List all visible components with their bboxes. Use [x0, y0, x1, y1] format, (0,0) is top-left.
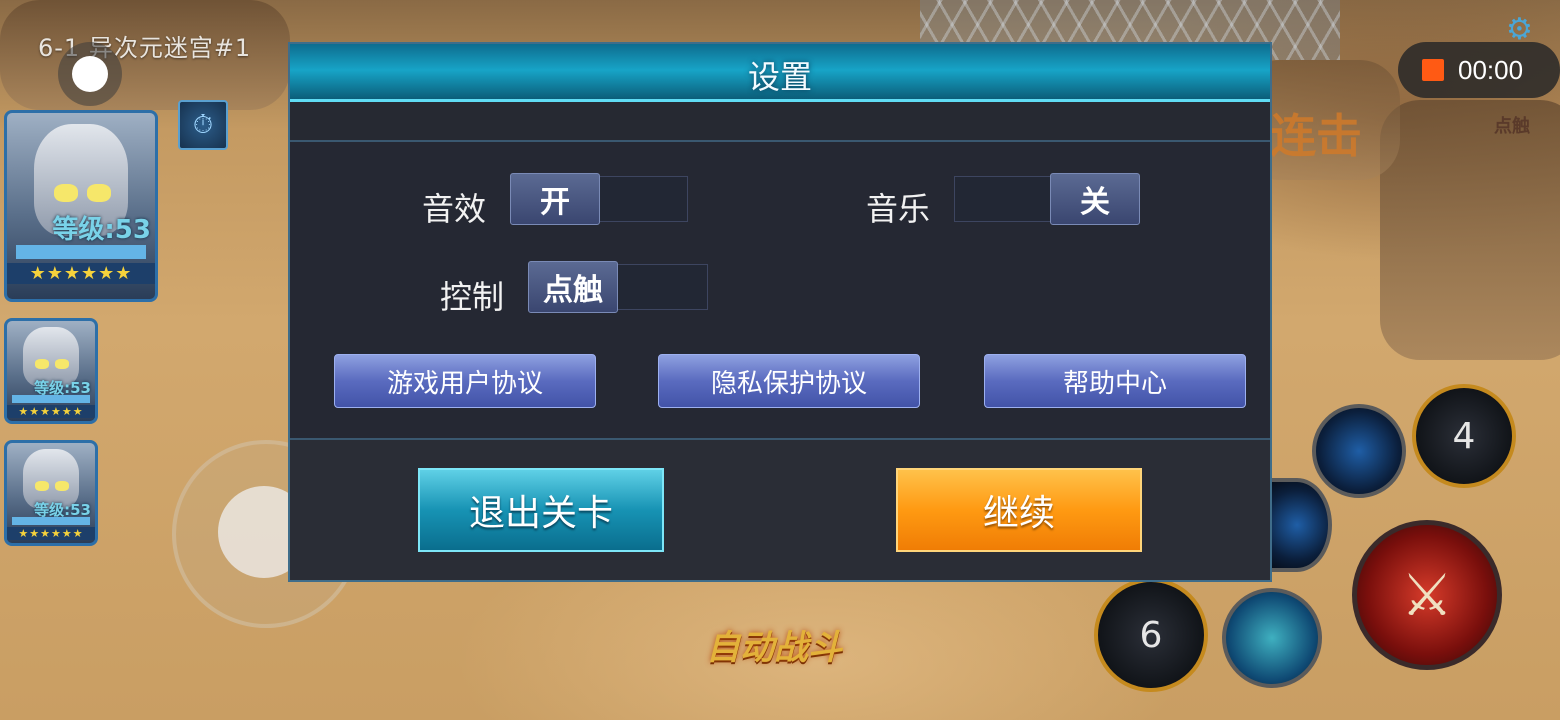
stop-square-icon[interactable]: [1422, 59, 1444, 81]
user-agreement-button[interactable]: 游戏用户协议: [334, 354, 596, 408]
hero-eye: [35, 481, 50, 491]
skill-button-5[interactable]: [1222, 588, 1322, 688]
hero-eye: [54, 481, 69, 491]
hero-eye: [54, 183, 79, 203]
hero-eye: [86, 183, 111, 203]
dialog-strip: [290, 102, 1270, 142]
auto-battle-button[interactable]: 自动战斗: [706, 620, 842, 669]
combo-text: 连击: [1270, 109, 1362, 163]
help-center-button[interactable]: 帮助中心: [984, 354, 1246, 408]
dialog-body: 音效 开 音乐 关 控制 点触 游戏用户协议 隐私保护协议 帮助中心: [290, 142, 1270, 440]
exit-level-button[interactable]: 退出关卡: [418, 468, 664, 552]
control-label: 控制: [440, 278, 505, 316]
party-member-2[interactable]: 等级:53 ★★★★★★: [4, 318, 98, 424]
sound-toggle[interactable]: 开: [510, 173, 688, 225]
record-time: 00:00: [1458, 54, 1524, 85]
hero-hp-bar: [15, 245, 147, 259]
music-toggle[interactable]: 关: [954, 173, 1140, 225]
hero-hp-bar: [12, 395, 90, 403]
sound-toggle-knob[interactable]: 开: [510, 173, 600, 225]
skill-button-4[interactable]: 6: [1094, 578, 1208, 692]
hero-stars: ★★★★★★: [7, 527, 95, 540]
assistive-touch-dot[interactable]: [58, 42, 122, 106]
music-label: 音乐: [866, 190, 931, 228]
attack-button[interactable]: ⚔: [1352, 520, 1502, 670]
touch-mode-tip: 点触: [1494, 116, 1530, 137]
screen-record-badge[interactable]: 00:00: [1398, 42, 1560, 98]
privacy-policy-button[interactable]: 隐私保护协议: [658, 354, 920, 408]
hero-eye: [35, 359, 50, 369]
music-toggle-knob[interactable]: 关: [1050, 173, 1140, 225]
hero-eye: [54, 359, 69, 369]
dialog-title: 设置: [747, 58, 812, 96]
party-member-main[interactable]: 等级:53 ★★★★★★: [4, 110, 158, 302]
skill-button-2[interactable]: [1312, 404, 1406, 498]
continue-button[interactable]: 继续: [896, 468, 1142, 552]
settings-dialog: 设置 音效 开 音乐 关 控制 点触 游戏用户协议 隐私保护协议 帮助中心 退出…: [288, 42, 1272, 582]
rock: [1380, 100, 1560, 360]
skill-button-3[interactable]: [1262, 478, 1332, 572]
dialog-header: 设置: [290, 44, 1270, 102]
hero-stars: ★★★★★★: [7, 405, 95, 418]
skill-button-1[interactable]: 4: [1412, 384, 1516, 488]
skill-cooldown: 6: [1139, 614, 1163, 656]
hero-stars: ★★★★★★: [7, 263, 155, 284]
crossed-swords-icon: ⚔: [1401, 561, 1453, 629]
clock-icon[interactable]: ⏱: [178, 100, 228, 150]
skill-cooldown: 4: [1452, 415, 1476, 457]
hero-hp-bar: [12, 517, 90, 525]
sound-label: 音效: [422, 190, 487, 228]
control-toggle[interactable]: 点触: [528, 261, 708, 313]
hero-level: 等级:53: [52, 215, 151, 245]
party-member-3[interactable]: 等级:53 ★★★★★★: [4, 440, 98, 546]
control-toggle-knob[interactable]: 点触: [528, 261, 618, 313]
